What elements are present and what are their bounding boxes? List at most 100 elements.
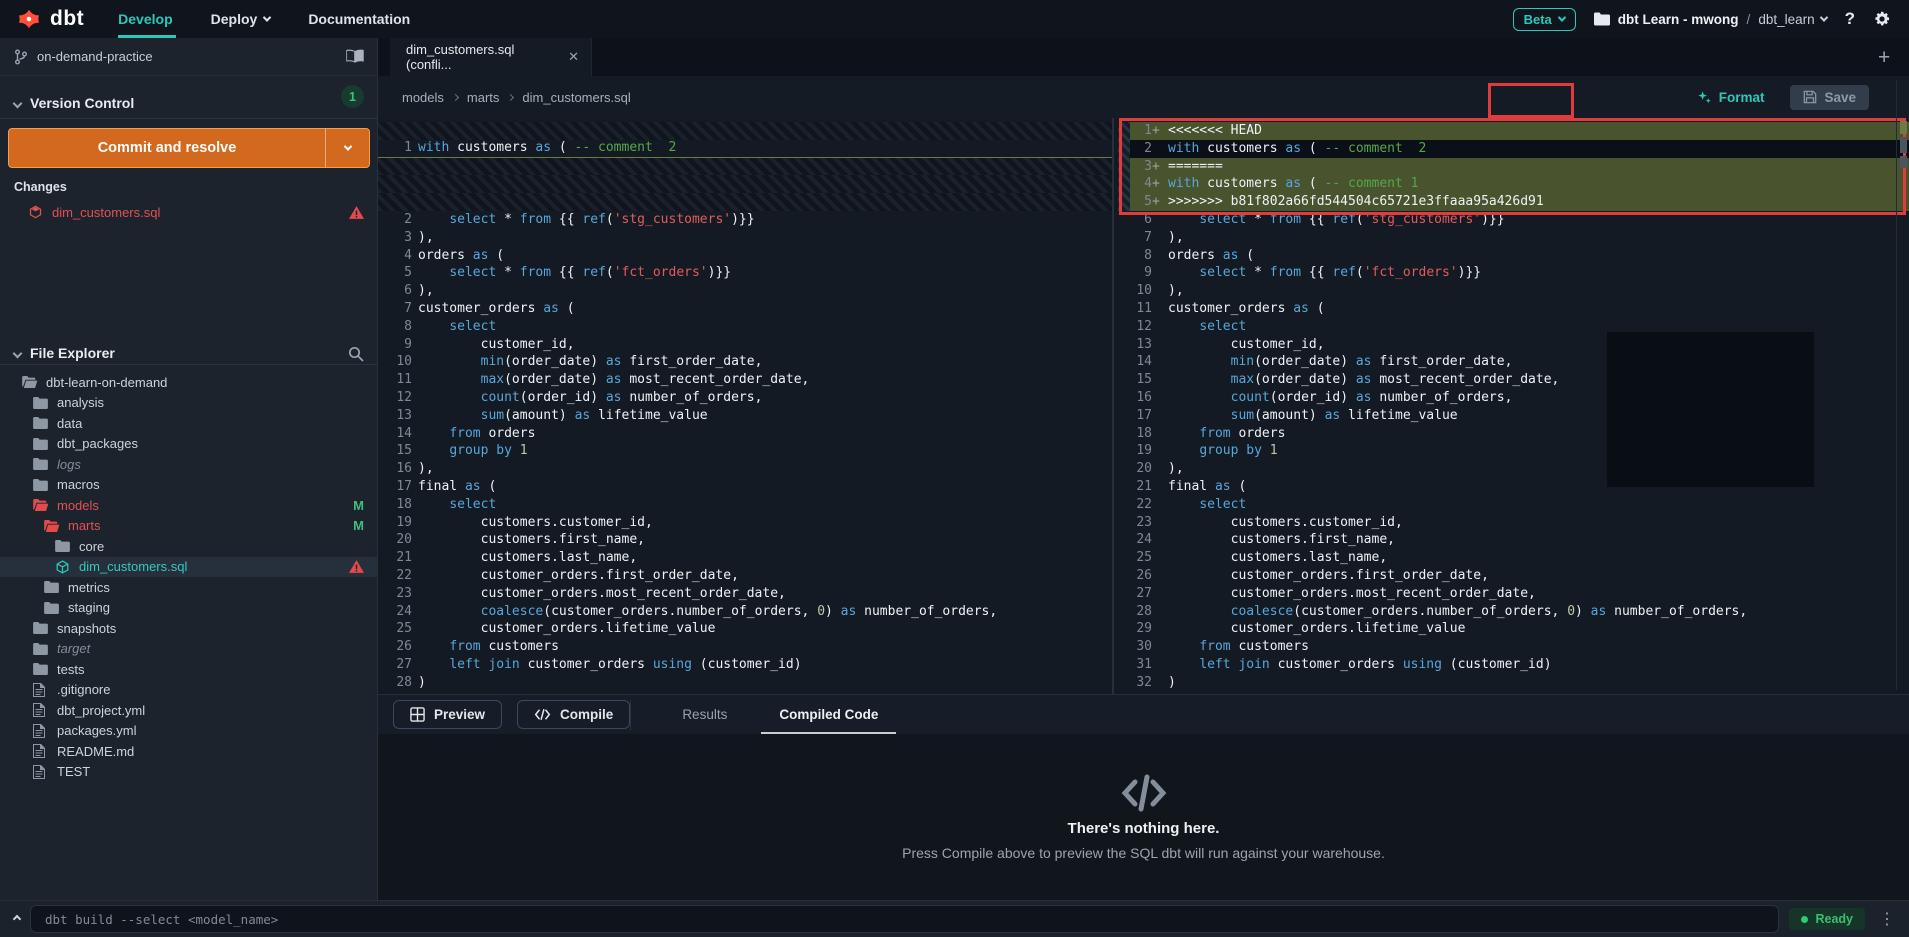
tree-item-snapshots[interactable]: snapshots (0, 618, 378, 639)
right-code-line[interactable]: 30 from customers (1118, 638, 1909, 656)
nav-develop[interactable]: Develop (118, 11, 172, 27)
nav-deploy[interactable]: Deploy (211, 11, 271, 27)
right-code-line[interactable]: 8orders as ( (1118, 247, 1909, 265)
tree-item-dbt-packages[interactable]: dbt_packages (0, 434, 378, 455)
tab-dim-customers[interactable]: dim_customers.sql (confli... ✕ (390, 38, 592, 76)
left-code-line[interactable]: 4orders as ( (378, 247, 1112, 265)
right-code-line[interactable]: 3+======= (1118, 158, 1909, 176)
right-code-line[interactable]: 22 select (1118, 496, 1909, 514)
left-code-line[interactable]: 12 count(order_id) as number_of_orders, (378, 389, 1112, 407)
right-code-line[interactable]: 7), (1118, 229, 1909, 247)
command-input[interactable] (30, 905, 1779, 933)
right-code-line[interactable]: 4+with customers as ( -- comment 1 (1118, 175, 1909, 193)
right-code-line[interactable]: 9 select * from {{ ref('fct_orders')}} (1118, 264, 1909, 282)
kebab-menu-icon[interactable]: ⋮ (1875, 909, 1899, 929)
tree-item-readme-md[interactable]: README.md (0, 741, 378, 762)
breadcrumb-models[interactable]: models (402, 90, 444, 105)
left-code-line[interactable] (378, 175, 1112, 193)
left-code-line[interactable]: 5 select * from {{ ref('fct_orders')}} (378, 264, 1112, 282)
tree-item-test[interactable]: TEST (0, 762, 378, 783)
tree-item-dim-customers-sql[interactable]: dim_customers.sql (0, 557, 378, 578)
tab-results[interactable]: Results (678, 697, 731, 732)
left-code-line[interactable]: 11 max(order_date) as most_recent_order_… (378, 371, 1112, 389)
left-code-line[interactable]: 6), (378, 282, 1112, 300)
tree-item-packages-yml[interactable]: packages.yml (0, 721, 378, 742)
tree-item-staging[interactable]: staging (0, 598, 378, 619)
pane-divider[interactable] (1112, 118, 1114, 694)
left-code-line[interactable]: 13 sum(amount) as lifetime_value (378, 407, 1112, 425)
left-code-line[interactable]: 7customer_orders as ( (378, 300, 1112, 318)
left-code-line[interactable]: 16), (378, 460, 1112, 478)
left-code-line[interactable]: 9 customer_id, (378, 336, 1112, 354)
left-code-line[interactable]: 27 left join customer_orders using (cust… (378, 656, 1112, 674)
tree-item-marts[interactable]: martsM (0, 516, 378, 537)
right-code-line[interactable]: 27 customer_orders.most_recent_order_dat… (1118, 585, 1909, 603)
left-code-line[interactable]: 3), (378, 229, 1112, 247)
right-code-line[interactable]: 25 customers.last_name, (1118, 549, 1909, 567)
left-code-line[interactable] (378, 193, 1112, 211)
tree-item-models[interactable]: modelsM (0, 495, 378, 516)
tree-item-tests[interactable]: tests (0, 659, 378, 680)
breadcrumb-marts[interactable]: marts (467, 90, 500, 105)
compile-button[interactable]: Compile (517, 700, 630, 729)
left-code-line[interactable]: 2 select * from {{ ref('stg_customers')}… (378, 211, 1112, 229)
left-code-line[interactable] (378, 122, 1112, 140)
close-icon[interactable]: ✕ (568, 49, 579, 65)
tree-item-macros[interactable]: macros (0, 475, 378, 496)
tree-item--gitignore[interactable]: .gitignore (0, 680, 378, 701)
new-tab-button[interactable]: + (1878, 46, 1890, 70)
project-dropdown[interactable]: dbt_learn (1758, 12, 1826, 27)
commit-and-resolve-button[interactable]: Commit and resolve (8, 128, 370, 168)
branch-selector[interactable]: on-demand-practice (0, 38, 378, 76)
right-code-line[interactable]: 28 coalesce(customer_orders.number_of_or… (1118, 603, 1909, 621)
left-code-line[interactable]: 28) (378, 674, 1112, 692)
left-code-line[interactable]: 21 customers.last_name, (378, 549, 1112, 567)
left-code-line[interactable]: 22 customer_orders.first_order_date, (378, 567, 1112, 585)
dbt-logo[interactable]: dbt (16, 6, 84, 32)
help-button[interactable]: ? (1845, 9, 1855, 29)
account-switcher[interactable]: dbt Learn - mwong / dbt_learn (1594, 12, 1827, 27)
tree-item-target[interactable]: target (0, 639, 378, 660)
format-button[interactable]: Format (1697, 90, 1765, 105)
left-code-line[interactable]: 19 customers.customer_id, (378, 514, 1112, 532)
version-control-header[interactable]: Version Control 1 (0, 88, 378, 118)
left-code-line[interactable]: 24 coalesce(customer_orders.number_of_or… (378, 603, 1112, 621)
left-code-line[interactable]: 14 from orders (378, 425, 1112, 443)
editor-pane-left[interactable]: 1with customers as ( -- comment 2 2 selec… (378, 118, 1112, 694)
right-code-line[interactable]: 6 select * from {{ ref('stg_customers')}… (1118, 211, 1909, 229)
tree-item-dbt-learn-on-demand[interactable]: dbt-learn-on-demand (0, 372, 378, 393)
right-code-line[interactable]: 10), (1118, 282, 1909, 300)
breadcrumb-file[interactable]: dim_customers.sql (522, 90, 630, 105)
right-code-line[interactable]: 23 customers.customer_id, (1118, 514, 1909, 532)
left-code-line[interactable]: 26 from customers (378, 638, 1112, 656)
commit-button-dropdown[interactable] (325, 129, 369, 167)
left-code-line[interactable]: 20 customers.first_name, (378, 531, 1112, 549)
search-icon[interactable] (348, 346, 364, 362)
left-code-line[interactable] (378, 158, 1112, 176)
tree-item-metrics[interactable]: metrics (0, 577, 378, 598)
right-code-line[interactable]: 11customer_orders as ( (1118, 300, 1909, 318)
left-code-line[interactable]: 25 customer_orders.lifetime_value (378, 620, 1112, 638)
left-code-line[interactable]: 15 group by 1 (378, 442, 1112, 460)
tree-item-analysis[interactable]: analysis (0, 393, 378, 414)
right-code-line[interactable]: 29 customer_orders.lifetime_value (1118, 620, 1909, 638)
left-code-line[interactable]: 17final as ( (378, 478, 1112, 496)
tree-item-dbt-project-yml[interactable]: dbt_project.yml (0, 700, 378, 721)
right-code-line[interactable]: 31 left join customer_orders using (cust… (1118, 656, 1909, 674)
beta-dropdown[interactable]: Beta (1513, 8, 1576, 31)
nav-documentation[interactable]: Documentation (308, 11, 410, 27)
changed-file-row[interactable]: dim_customers.sql (0, 200, 378, 224)
save-button[interactable]: Save (1790, 85, 1869, 110)
left-code-line[interactable]: 18 select (378, 496, 1112, 514)
tree-item-data[interactable]: data (0, 413, 378, 434)
left-code-line[interactable]: 10 min(order_date) as first_order_date, (378, 353, 1112, 371)
gear-icon[interactable] (1873, 10, 1891, 28)
left-code-line[interactable]: 23 customer_orders.most_recent_order_dat… (378, 585, 1112, 603)
left-code-line[interactable]: 1with customers as ( -- comment 2 (378, 140, 1112, 158)
tree-item-core[interactable]: core (0, 536, 378, 557)
right-code-line[interactable]: 5+>>>>>>> b81f802a66fd544504c65721e3ffaa… (1118, 193, 1909, 211)
chevron-up-icon[interactable] (13, 915, 21, 923)
right-code-line[interactable]: 24 customers.first_name, (1118, 531, 1909, 549)
scrollbar-track[interactable] (1896, 80, 1897, 690)
tab-compiled-code[interactable]: Compiled Code (775, 697, 882, 732)
